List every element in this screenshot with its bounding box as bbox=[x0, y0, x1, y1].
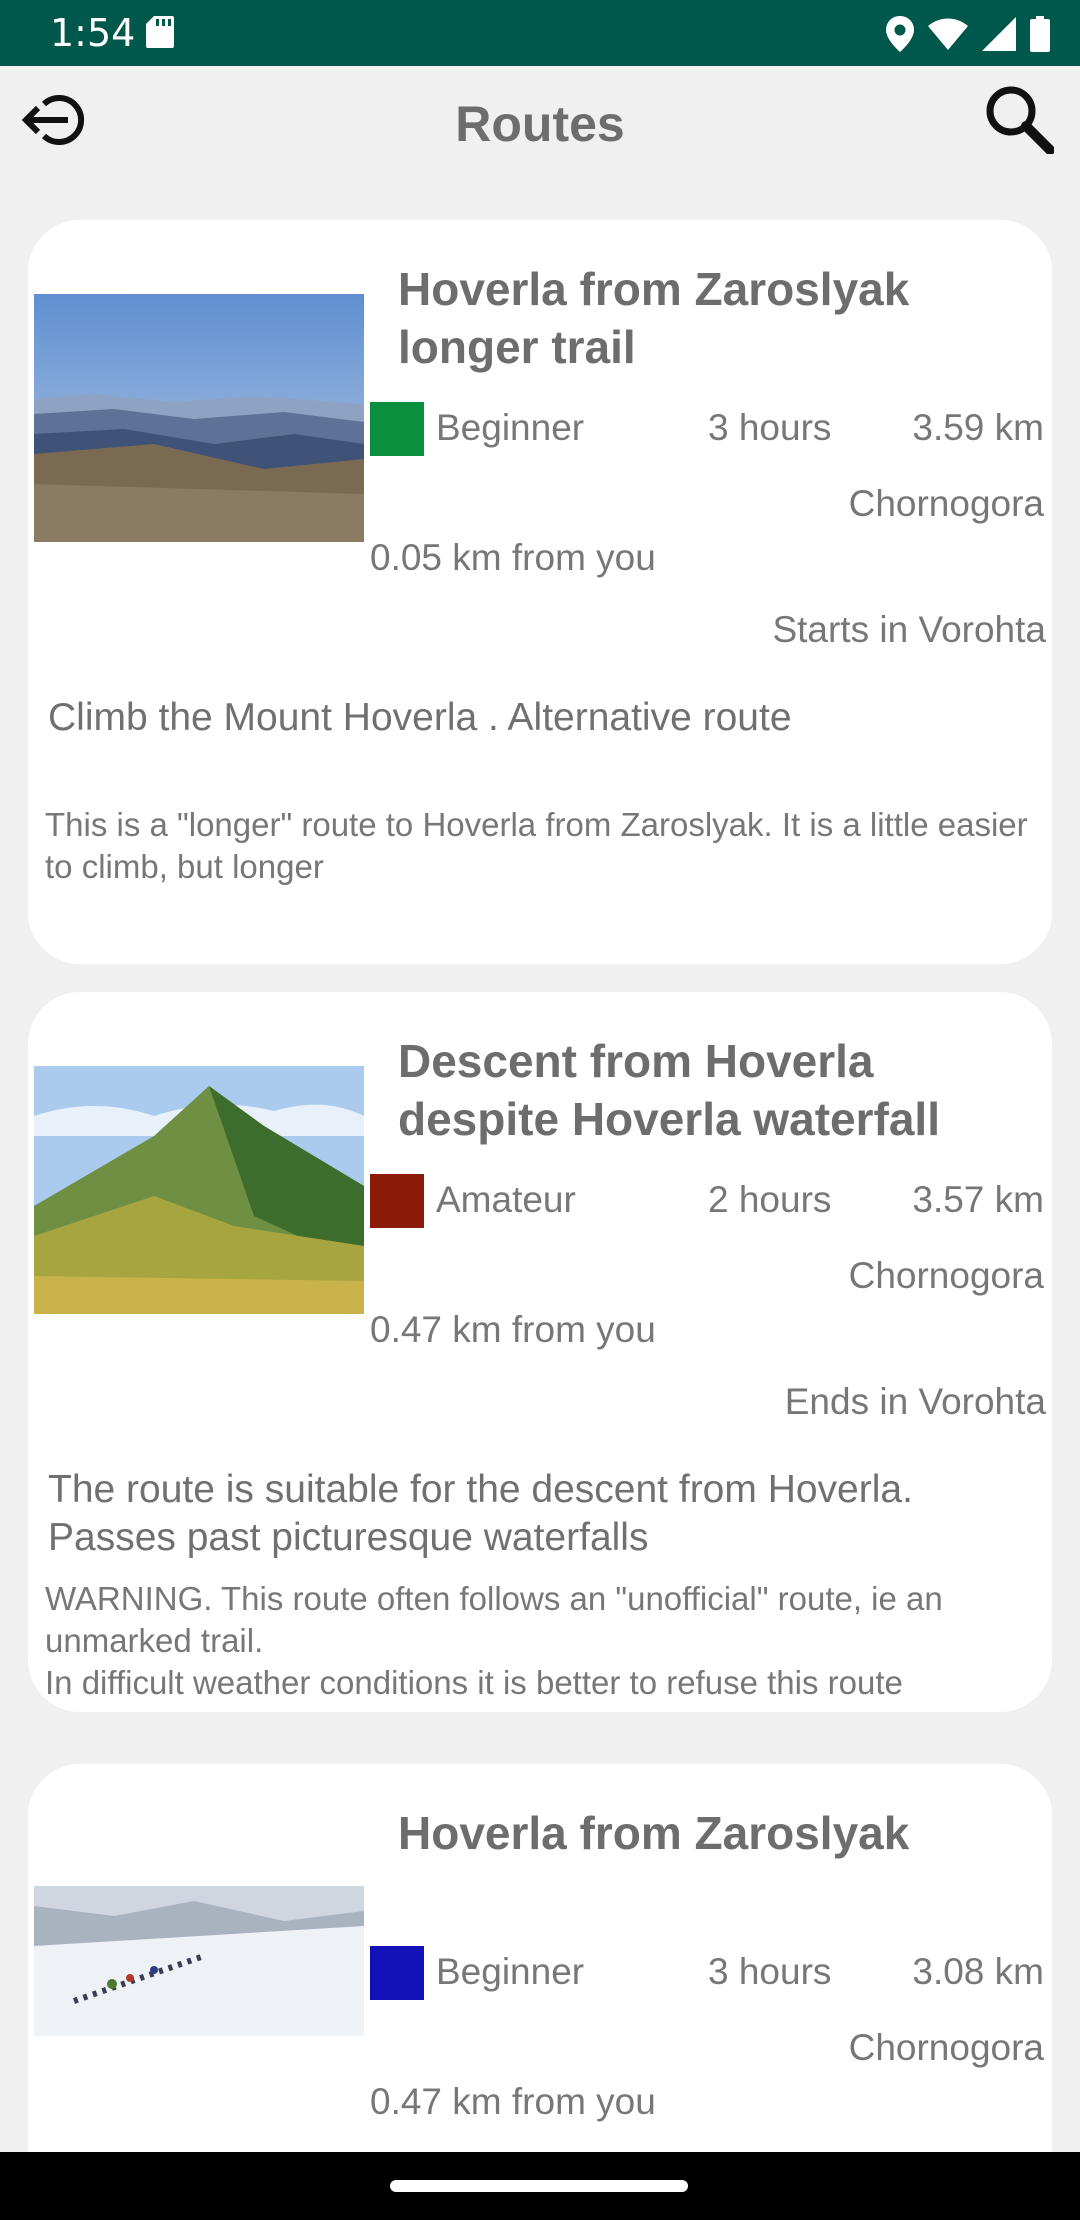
route-duration: 3 hours bbox=[708, 407, 832, 448]
route-duration: 2 hours bbox=[708, 1179, 832, 1220]
route-card[interactable]: Hoverla from Zaroslyak Beginner 3 hours … bbox=[28, 1764, 1052, 2152]
home-gesture-handle[interactable] bbox=[390, 2180, 688, 2192]
route-title: Hoverla from Zaroslyak bbox=[398, 1807, 910, 1859]
status-bar: 1:54 bbox=[0, 0, 1080, 66]
status-time: 1:54 bbox=[50, 11, 136, 55]
battery-icon bbox=[1030, 16, 1050, 52]
route-card[interactable]: Hoverla from Zaroslyak longer trail Begi… bbox=[28, 220, 1052, 964]
route-start-location: Starts in Vorohta bbox=[772, 609, 1046, 650]
distance-from-user: 0.47 km from you bbox=[370, 1309, 656, 1350]
wifi-icon bbox=[928, 18, 968, 50]
route-description: WARNING. This route often follows an "un… bbox=[45, 1580, 943, 1701]
difficulty-level: Beginner bbox=[436, 407, 585, 448]
search-icon bbox=[986, 86, 1054, 154]
route-title: Hoverla from Zaroslyak longer trail bbox=[398, 263, 910, 373]
route-region: Chornogora bbox=[848, 1255, 1044, 1296]
route-length: 3.57 km bbox=[912, 1179, 1044, 1220]
route-region: Chornogora bbox=[848, 2027, 1044, 2068]
difficulty-level: Amateur bbox=[436, 1179, 576, 1220]
route-region: Chornogora bbox=[848, 483, 1044, 524]
route-end-location: Ends in Vorohta bbox=[784, 1381, 1046, 1422]
difficulty-level: Beginner bbox=[436, 1951, 585, 1992]
route-length: 3.59 km bbox=[912, 407, 1044, 448]
route-duration: 3 hours bbox=[708, 1951, 832, 1992]
route-image bbox=[34, 294, 364, 542]
signal-icon bbox=[982, 17, 1016, 51]
system-navigation-bar bbox=[0, 2152, 1080, 2220]
location-icon bbox=[886, 16, 914, 52]
route-description: This is a "longer" route to Hoverla from… bbox=[45, 806, 1028, 885]
route-summary: The route is suitable for the descent fr… bbox=[48, 1468, 913, 1559]
distance-from-user: 0.47 km from you bbox=[370, 2081, 656, 2122]
route-image bbox=[34, 1066, 364, 1314]
page-title: Routes bbox=[455, 96, 625, 152]
route-list[interactable]: Hoverla from Zaroslyak longer trail Begi… bbox=[0, 186, 1080, 2152]
route-image bbox=[34, 1886, 364, 2036]
search-button[interactable] bbox=[976, 76, 1062, 162]
difficulty-color bbox=[370, 1174, 424, 1228]
route-summary: Climb the Mount Hoverla . Alternative ro… bbox=[48, 696, 792, 739]
distance-from-user: 0.05 km from you bbox=[370, 537, 656, 578]
difficulty-color bbox=[370, 1946, 424, 2000]
difficulty-color bbox=[370, 402, 424, 456]
route-title: Descent from Hoverla despite Hoverla wat… bbox=[398, 1035, 940, 1145]
sd-card-icon bbox=[146, 16, 174, 48]
route-card[interactable]: Descent from Hoverla despite Hoverla wat… bbox=[28, 992, 1052, 1712]
app-bar: Routes bbox=[0, 66, 1080, 186]
route-length: 3.08 km bbox=[912, 1951, 1044, 1992]
